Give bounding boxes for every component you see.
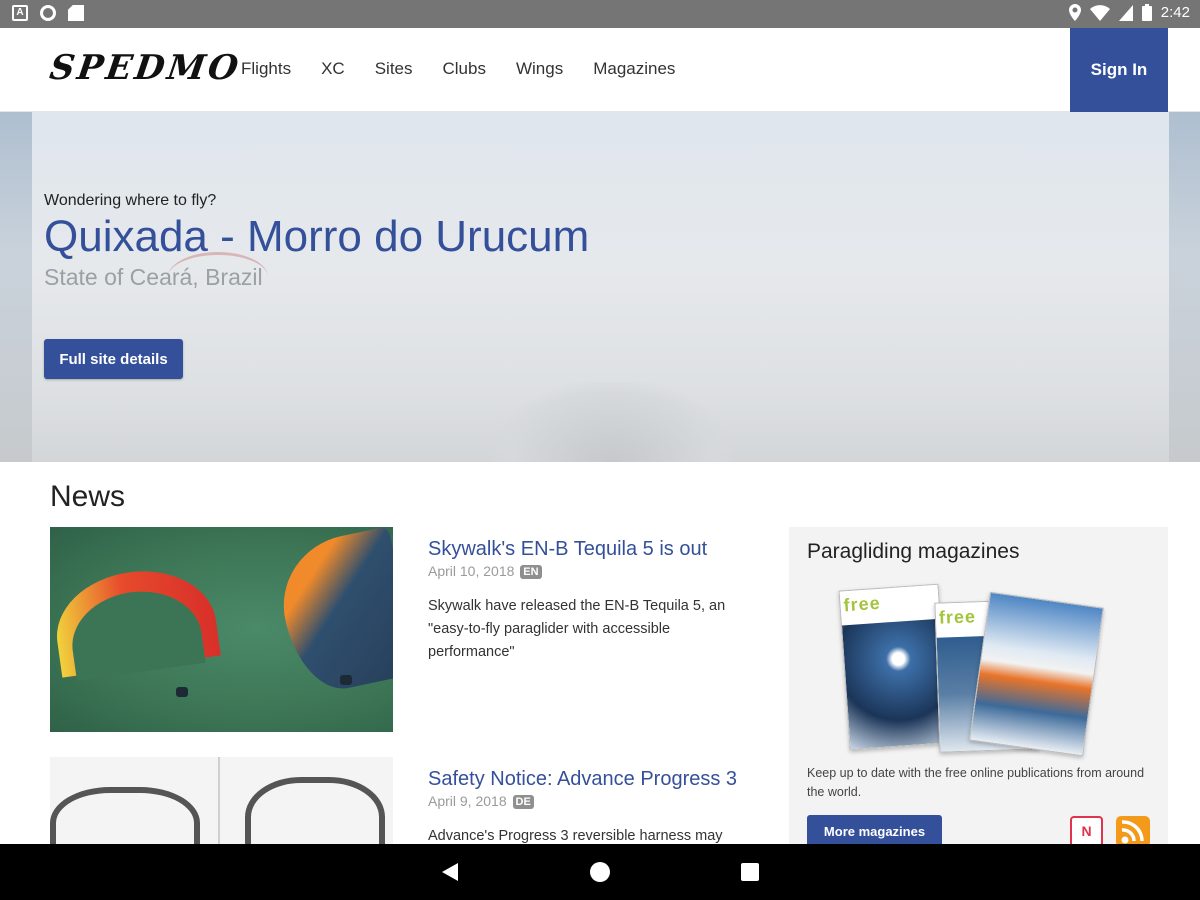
article-date-text: April 9, 2018 (428, 793, 507, 809)
magazines-description: Keep up to date with the free online pub… (807, 766, 1145, 799)
language-badge: EN (520, 565, 542, 579)
nav-sites[interactable]: Sites (375, 59, 413, 79)
system-icons: 2:42 (1068, 4, 1190, 21)
magazine-cover[interactable] (969, 591, 1104, 757)
magazine-cover[interactable]: free (838, 583, 950, 751)
main-nav: Flights XC Sites Clubs Wings Magazines (241, 59, 705, 79)
magazine-cover-art (841, 618, 949, 750)
home-icon[interactable] (590, 862, 610, 882)
signal-icon (1118, 4, 1133, 21)
harness-drawing (50, 787, 200, 847)
sync-notification-icon (40, 5, 56, 21)
mountain-shape (492, 382, 732, 462)
location-icon (1068, 4, 1081, 21)
article-date: April 9, 2018 DE (428, 793, 534, 809)
nav-flights[interactable]: Flights (241, 59, 291, 79)
back-icon[interactable] (442, 863, 458, 881)
more-magazines-button[interactable]: More magazines (807, 815, 942, 847)
article-date-text: April 10, 2018 (428, 563, 515, 579)
magazine-cover-art (970, 592, 1103, 756)
article-title[interactable]: Safety Notice: Advance Progress 3 (428, 768, 737, 791)
spedmo-logo[interactable]: SPEDMO (47, 48, 243, 88)
clock: 2:42 (1160, 4, 1190, 21)
hero-pretitle: Wondering where to fly? (44, 192, 217, 209)
recent-apps-icon[interactable] (741, 863, 759, 881)
notification-icons: A (12, 5, 84, 21)
article-image-progress[interactable] (50, 757, 393, 847)
pilot (176, 687, 188, 697)
full-site-details-button[interactable]: Full site details (44, 339, 183, 379)
pilot (340, 675, 352, 685)
orange-blue-wing (270, 527, 393, 698)
wifi-icon (1089, 4, 1110, 21)
article-image-tequila[interactable] (50, 527, 393, 732)
android-nav-bar (0, 844, 1200, 900)
article-title[interactable]: Skywalk's EN-B Tequila 5 is out (428, 538, 707, 561)
nav-wings[interactable]: Wings (516, 59, 563, 79)
article-date: April 10, 2018 EN (428, 563, 542, 579)
magazines-panel: Paragliding magazines free free Keep up … (789, 527, 1168, 857)
sign-in-button[interactable]: Sign In (1070, 28, 1168, 112)
app-notification-icon: A (12, 5, 28, 21)
status-bar: A 2:42 (0, 0, 1200, 28)
harness-drawing (245, 777, 385, 847)
site-header: SPEDMO Flights XC Sites Clubs Wings Maga… (0, 28, 1200, 112)
article-summary: Skywalk have released the EN-B Tequila 5… (428, 598, 726, 660)
hero-site-location: State of Ceará, Brazil (44, 264, 263, 290)
yellow-red-wing (50, 561, 221, 678)
language-badge: DE (512, 795, 534, 809)
news-app-icon[interactable]: N (1070, 816, 1103, 847)
sd-card-icon (68, 5, 84, 21)
battery-icon (1141, 4, 1152, 21)
nav-magazines[interactable]: Magazines (593, 59, 675, 79)
rss-feed-icon[interactable] (1116, 816, 1150, 847)
nav-clubs[interactable]: Clubs (443, 59, 486, 79)
magazines-heading: Paragliding magazines (807, 540, 1020, 563)
hero-site-title[interactable]: Quixada - Morro do Urucum (44, 212, 589, 262)
nav-xc[interactable]: XC (321, 59, 345, 79)
news-heading: News (50, 480, 126, 513)
image-divider (218, 757, 220, 847)
